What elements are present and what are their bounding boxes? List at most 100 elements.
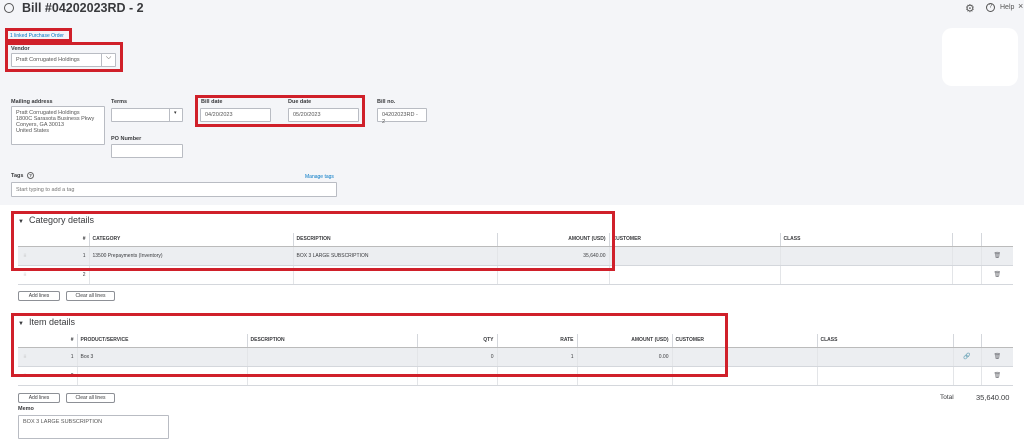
row-customer[interactable] bbox=[672, 366, 818, 386]
row-class[interactable] bbox=[817, 347, 954, 367]
col-header-qty: QTY bbox=[417, 334, 498, 348]
col-header-amount: AMOUNT (USD) bbox=[577, 334, 673, 348]
mailing-address-label: Mailing address bbox=[11, 99, 53, 105]
category-clear-all-lines-button[interactable]: Clear all lines bbox=[66, 291, 115, 301]
trash-icon[interactable]: 🗑 bbox=[981, 265, 1013, 285]
row-class[interactable] bbox=[780, 265, 953, 285]
col-header-description: DESCRIPTION bbox=[247, 334, 418, 348]
row-rate[interactable]: 1 bbox=[497, 347, 578, 367]
drag-handle-icon[interactable]: ⁝⁝ bbox=[18, 347, 32, 367]
row-customer[interactable] bbox=[672, 347, 818, 367]
info-icon[interactable]: ? bbox=[26, 172, 34, 179]
table-row[interactable]: ⁝⁝ 1 13500 Prepayments (Inventory) BOX 3… bbox=[18, 246, 1013, 266]
row-qty[interactable]: 0 bbox=[417, 347, 498, 367]
row-customer[interactable] bbox=[609, 246, 781, 266]
tags-input[interactable] bbox=[11, 182, 337, 197]
bill-number-value: 04202023RD - 2 bbox=[382, 112, 418, 125]
trash-icon[interactable]: 🗑 bbox=[981, 366, 1013, 386]
memo-textarea[interactable]: BOX 3 LARGE SUBSCRIPTION bbox=[18, 415, 169, 439]
row-description[interactable] bbox=[293, 265, 498, 285]
item-details-title: Item details bbox=[28, 317, 75, 327]
row-amount[interactable] bbox=[577, 366, 673, 386]
vendor-label: Vendor bbox=[11, 46, 30, 52]
trash-icon[interactable]: 🗑 bbox=[981, 347, 1013, 367]
help-label[interactable]: Help bbox=[1000, 4, 1014, 11]
col-header-number: # bbox=[32, 233, 90, 247]
tags-label: Tags ? bbox=[11, 172, 34, 179]
page-title: Bill #04202023RD - 2 bbox=[22, 1, 144, 15]
table-row[interactable]: ⁝⁝ 1 Box 3 0 1 0.00 🔗 🗑 bbox=[18, 347, 1013, 367]
row-amount[interactable]: 0.00 bbox=[577, 347, 673, 367]
row-description[interactable]: BOX 3 LARGE SUBSCRIPTION bbox=[293, 246, 498, 266]
category-details-header[interactable]: ▼ Category details bbox=[18, 215, 94, 225]
close-icon[interactable]: × bbox=[1018, 1, 1023, 11]
row-category[interactable] bbox=[89, 265, 294, 285]
item-table: # PRODUCT/SERVICE DESCRIPTION QTY RATE A… bbox=[18, 334, 1013, 386]
item-add-lines-button[interactable]: Add lines bbox=[18, 393, 60, 403]
col-header-customer: CUSTOMER bbox=[609, 233, 781, 247]
row-qty[interactable] bbox=[417, 366, 498, 386]
row-number: 1 bbox=[32, 347, 78, 367]
po-number-input[interactable] bbox=[111, 144, 183, 158]
row-product[interactable]: Box 3 bbox=[77, 347, 248, 367]
total-label: Total bbox=[940, 394, 954, 401]
category-table-header-row: # CATEGORY DESCRIPTION AMOUNT (USD) CUST… bbox=[18, 233, 1013, 247]
row-customer[interactable] bbox=[609, 265, 781, 285]
table-row[interactable]: ⁝⁝ 2 🗑 bbox=[18, 366, 1013, 386]
row-rate[interactable] bbox=[497, 366, 578, 386]
po-number-label: PO Number bbox=[111, 136, 142, 142]
row-number: 2 bbox=[32, 265, 90, 285]
due-date-value: 05/20/2023 bbox=[293, 112, 321, 118]
col-header-description: DESCRIPTION bbox=[293, 233, 498, 247]
terms-dropdown-button[interactable]: ▾ bbox=[169, 108, 183, 122]
row-class[interactable] bbox=[780, 246, 953, 266]
trash-icon[interactable]: 🗑 bbox=[981, 246, 1013, 266]
gear-icon[interactable]: ⚙ bbox=[965, 2, 975, 15]
row-description[interactable] bbox=[247, 366, 418, 386]
memo-label: Memo bbox=[18, 406, 34, 412]
drag-handle-icon[interactable]: ⁝⁝ bbox=[18, 366, 32, 386]
mailing-address-line: United States bbox=[16, 128, 50, 134]
bill-date-input[interactable]: 04/20/2023 bbox=[200, 108, 271, 122]
memo-value: BOX 3 LARGE SUBSCRIPTION bbox=[23, 419, 103, 425]
total-value: 35,640.00 bbox=[976, 393, 1010, 402]
help-icon[interactable]: ? bbox=[986, 3, 995, 12]
item-table-header-row: # PRODUCT/SERVICE DESCRIPTION QTY RATE A… bbox=[18, 334, 1013, 348]
category-add-lines-button[interactable]: Add lines bbox=[18, 291, 60, 301]
due-date-input[interactable]: 05/20/2023 bbox=[288, 108, 359, 122]
terms-label: Terms bbox=[111, 99, 128, 105]
row-product[interactable] bbox=[77, 366, 248, 386]
row-number: 2 bbox=[32, 366, 78, 386]
col-header-customer: CUSTOMER bbox=[672, 334, 818, 348]
table-row[interactable]: ⁝⁝ 2 🗑 bbox=[18, 265, 1013, 285]
col-header-class: CLASS bbox=[780, 233, 953, 247]
drag-handle-icon[interactable]: ⁝⁝ bbox=[18, 246, 32, 266]
row-amount[interactable]: 35,640.00 bbox=[497, 246, 610, 266]
bill-date-label: Bill date bbox=[201, 99, 223, 105]
row-number: 1 bbox=[32, 246, 90, 266]
tags-label-text: Tags bbox=[11, 173, 24, 179]
linked-purchase-order-link[interactable]: 1 linked Purchase Order bbox=[10, 33, 64, 39]
row-class[interactable] bbox=[817, 366, 954, 386]
history-icon[interactable] bbox=[4, 3, 14, 13]
row-description[interactable] bbox=[247, 347, 418, 367]
chevron-down-icon: ⌵ bbox=[106, 54, 112, 61]
col-header-category: CATEGORY bbox=[89, 233, 294, 247]
drag-handle-icon[interactable]: ⁝⁝ bbox=[18, 265, 32, 285]
manage-tags-link[interactable]: Manage tags bbox=[305, 174, 334, 180]
bill-number-input[interactable]: 04202023RD - 2 bbox=[377, 108, 427, 125]
bill-number-label: Bill no. bbox=[377, 99, 396, 105]
category-details-title: Category details bbox=[28, 215, 94, 225]
mailing-address-field[interactable]: Pratt Corrugated Holdings 1800C Sarasota… bbox=[11, 106, 105, 145]
link-icon[interactable]: 🔗 bbox=[953, 347, 982, 367]
due-date-label: Due date bbox=[288, 99, 312, 105]
collapse-triangle-icon: ▼ bbox=[18, 321, 24, 327]
row-amount[interactable] bbox=[497, 265, 610, 285]
item-details-header[interactable]: ▼ Item details bbox=[18, 317, 75, 327]
item-clear-all-lines-button[interactable]: Clear all lines bbox=[66, 393, 115, 403]
col-header-number: # bbox=[32, 334, 78, 348]
vendor-dropdown-button[interactable]: ⌵ bbox=[101, 53, 116, 67]
row-category[interactable]: 13500 Prepayments (Inventory) bbox=[89, 246, 294, 266]
col-header-amount: AMOUNT (USD) bbox=[497, 233, 610, 247]
col-header-rate: RATE bbox=[497, 334, 578, 348]
